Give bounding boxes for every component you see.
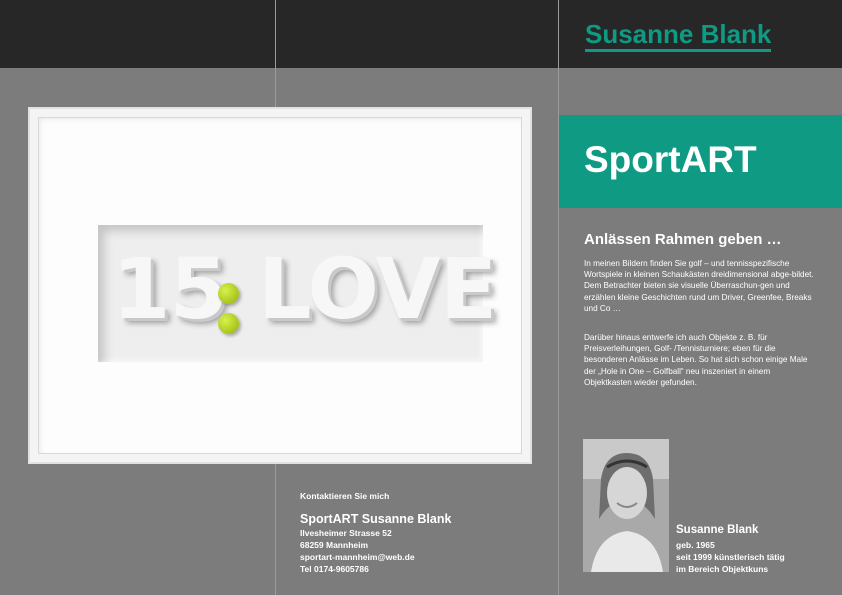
intro-heading: Anlässen Rahmen geben … xyxy=(584,231,782,248)
title-bold: ART xyxy=(680,139,757,180)
contact-phone: Tel 0174-9605786 xyxy=(300,564,369,574)
fold-line xyxy=(558,0,559,595)
contact-street: Ilvesheimer Strasse 52 xyxy=(300,528,392,538)
contact-company: SportART Susanne Blank xyxy=(300,512,452,526)
page-title: SportART xyxy=(584,137,757,183)
artwork-score-right: LOVE xyxy=(258,240,497,338)
bio-name: Susanne Blank xyxy=(676,524,759,536)
artwork-score-left: 15 xyxy=(112,240,228,338)
artist-portrait xyxy=(583,439,669,572)
artwork-mat: 15 LOVE xyxy=(38,117,522,454)
bio-born: geb. 1965 xyxy=(676,540,715,550)
artwork-shadowbox: 15 LOVE xyxy=(98,225,497,362)
contact-label: Kontaktieren Sie mich xyxy=(300,491,390,501)
contact-city: 68259 Mannheim xyxy=(300,540,369,550)
portrait-image xyxy=(583,439,669,572)
tennis-ball-icon xyxy=(218,283,239,304)
bio-line-1: seit 1999 künstlerisch tätig xyxy=(676,552,785,562)
title-band: SportART xyxy=(559,115,842,208)
bio-line-2: im Bereich Objektkuns xyxy=(676,564,769,574)
intro-paragraph-2: Darüber hinaus entwerfe ich auch Objekte… xyxy=(584,333,808,387)
tennis-ball-icon xyxy=(218,313,239,334)
title-light: Sport xyxy=(584,139,681,180)
artwork-frame: 15 LOVE xyxy=(28,107,532,464)
brand-name: Susanne Blank xyxy=(585,20,772,52)
contact-email[interactable]: sportart-mannheim@web.de xyxy=(300,552,415,562)
intro-paragraph-1: In meinen Bildern finden Sie golf – und … xyxy=(584,259,814,313)
